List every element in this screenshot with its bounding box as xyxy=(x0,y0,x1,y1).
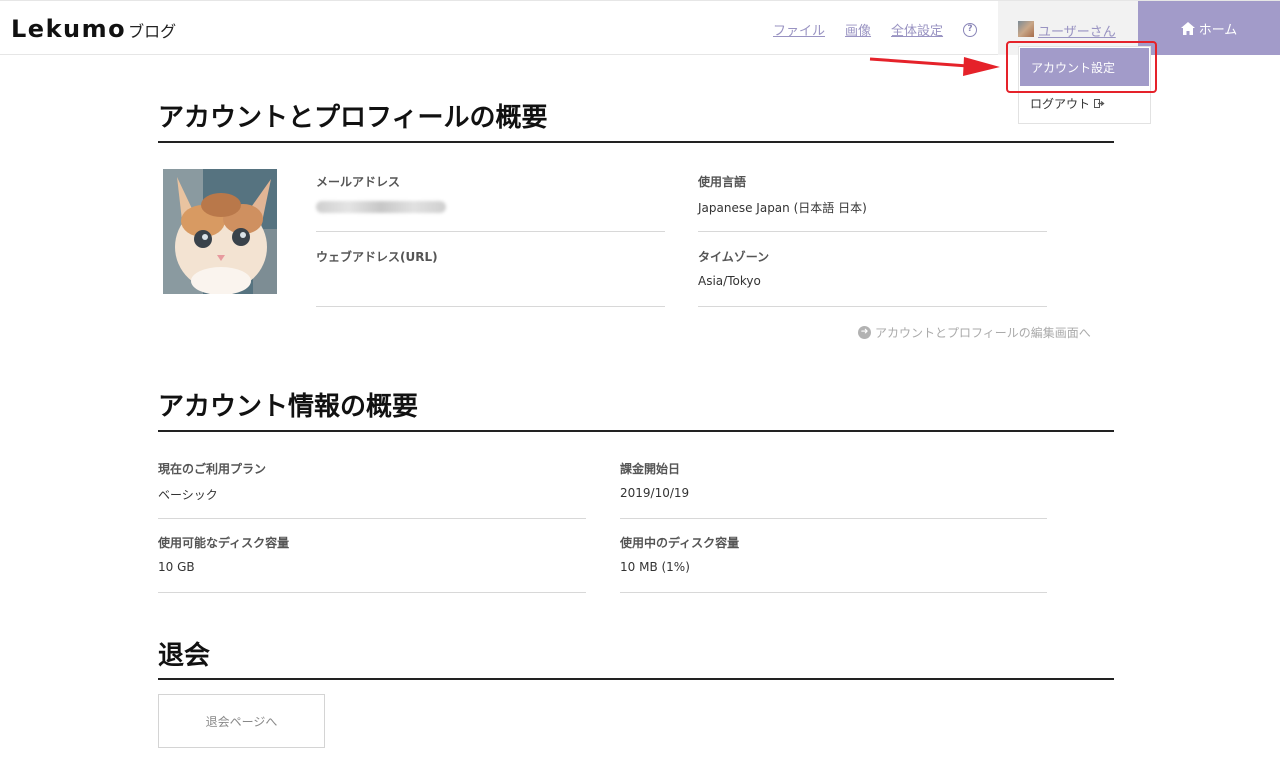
withdraw-page-button[interactable]: 退会ページへ xyxy=(158,694,325,748)
disk-available-divider xyxy=(158,592,586,593)
logo-subtext: ブログ xyxy=(128,22,177,41)
plan-value: ベーシック xyxy=(158,488,218,502)
plan-divider xyxy=(158,518,586,519)
disk-available-label: 使用可能なディスク容量 xyxy=(158,536,290,550)
language-value: Japanese Japan (日本語 日本) xyxy=(698,201,867,215)
account-section-divider xyxy=(158,430,1114,432)
arrow-right-circle-icon: ➜ xyxy=(858,326,871,339)
plan-label: 現在のご利用プラン xyxy=(158,462,267,476)
disk-used-label: 使用中のディスク容量 xyxy=(620,536,740,550)
url-label: ウェブアドレス(URL) xyxy=(316,250,438,264)
logout-icon xyxy=(1094,99,1105,108)
billing-start-divider xyxy=(620,518,1047,519)
url-divider xyxy=(316,306,665,307)
user-avatar xyxy=(1018,21,1034,37)
withdraw-section-title: 退会 xyxy=(158,641,211,671)
help-icon[interactable]: ? xyxy=(963,22,978,37)
logout-label: ログアウト xyxy=(1030,97,1091,111)
home-button[interactable]: ホーム xyxy=(1138,1,1280,55)
profile-section-divider xyxy=(158,141,1114,143)
user-name-link[interactable]: ユーザーさん xyxy=(1038,21,1116,40)
cat-photo-icon xyxy=(163,169,277,294)
timezone-value: Asia/Tokyo xyxy=(698,274,761,288)
language-label: 使用言語 xyxy=(698,175,747,189)
disk-used-divider xyxy=(620,592,1047,593)
annotation-highlight-box xyxy=(1006,41,1157,93)
withdraw-section-divider xyxy=(158,678,1114,680)
email-value-blurred xyxy=(316,201,446,213)
header-nav: ファイル 画像 全体設定 ? xyxy=(773,20,978,39)
nav-files-link[interactable]: ファイル xyxy=(773,20,825,39)
edit-profile-link[interactable]: ➜ アカウントとプロフィールの編集画面へ xyxy=(858,324,1091,341)
annotation-arrow-icon xyxy=(869,57,1000,76)
logo-text: Lekumo xyxy=(11,15,127,43)
disk-available-value: 10 GB xyxy=(158,560,195,574)
profile-section-title: アカウントとプロフィールの概要 xyxy=(158,103,548,133)
billing-start-label: 課金開始日 xyxy=(620,462,681,476)
timezone-divider xyxy=(698,306,1047,307)
profile-avatar xyxy=(163,169,277,294)
home-icon xyxy=(1180,21,1195,35)
nav-images-link[interactable]: 画像 xyxy=(845,20,871,39)
nav-settings-link[interactable]: 全体設定 xyxy=(891,20,943,39)
timezone-label: タイムゾーン xyxy=(698,250,770,264)
account-section-title: アカウント情報の概要 xyxy=(158,392,419,422)
language-divider xyxy=(698,231,1047,232)
disk-used-value: 10 MB (1%) xyxy=(620,560,690,574)
billing-start-value: 2019/10/19 xyxy=(620,486,690,500)
site-logo[interactable]: Lekumo ブログ xyxy=(11,15,176,43)
home-label: ホーム xyxy=(1198,22,1238,38)
edit-profile-label: アカウントとプロフィールの編集画面へ xyxy=(875,326,1091,340)
email-label: メールアドレス xyxy=(316,175,401,189)
email-divider xyxy=(316,231,665,232)
logout-menu-item[interactable]: ログアウト xyxy=(1030,95,1105,112)
